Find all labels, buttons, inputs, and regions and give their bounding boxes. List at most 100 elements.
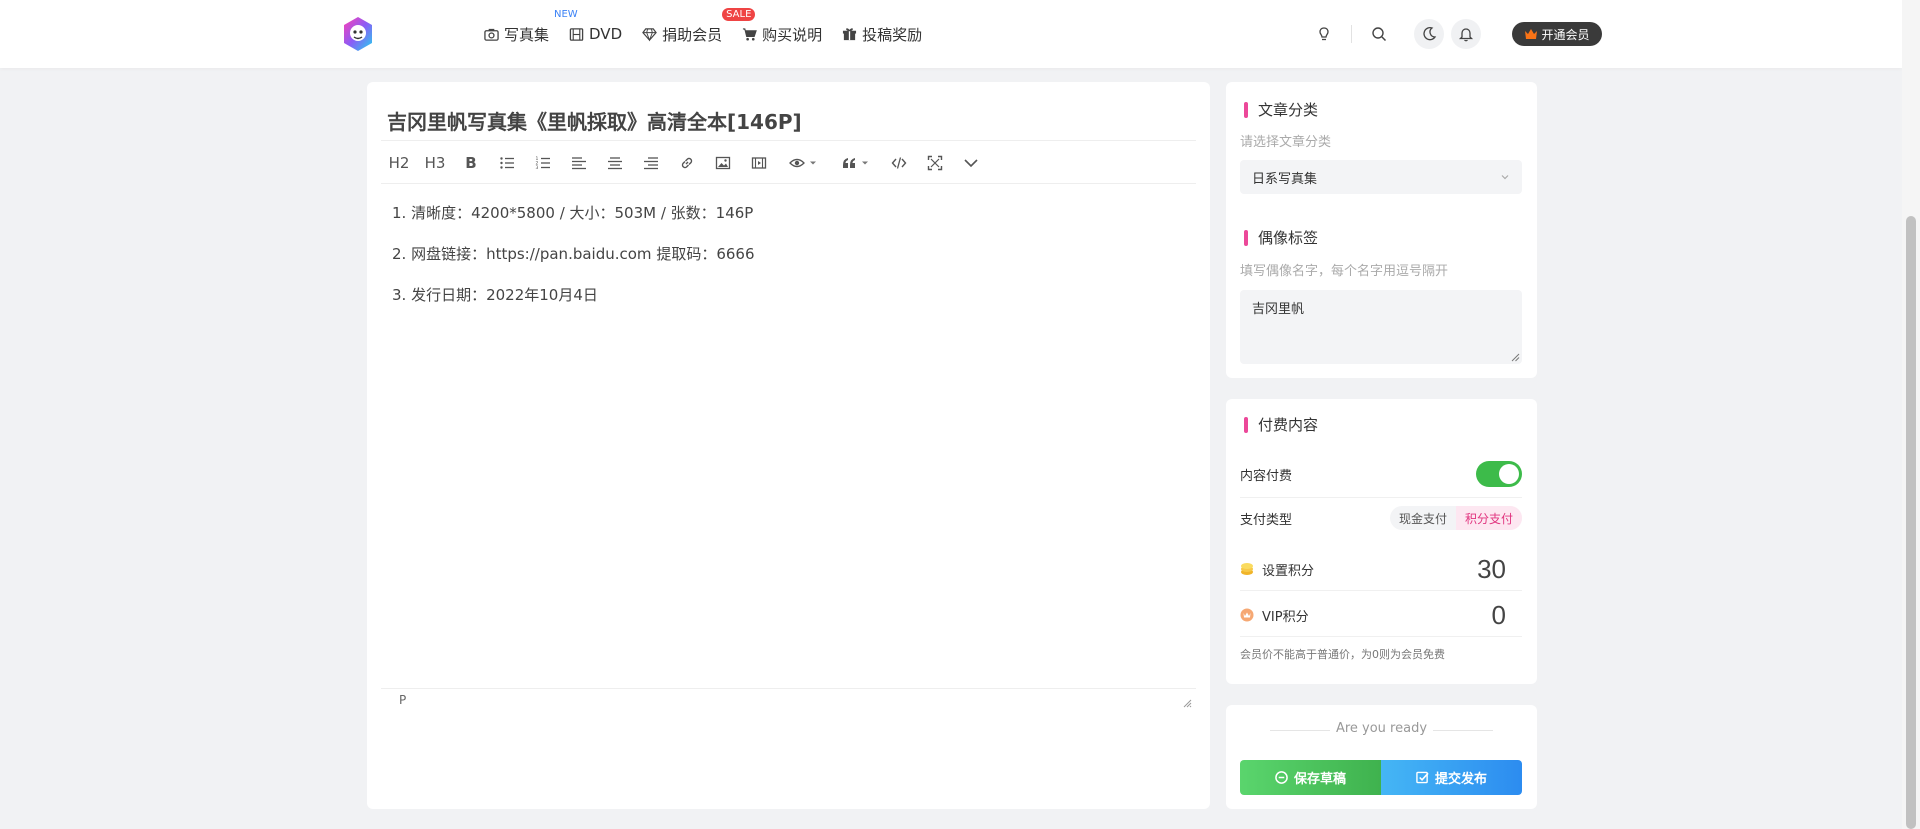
- content-paid-row: 内容付费: [1240, 459, 1522, 489]
- fullscreen-button[interactable]: [917, 148, 953, 178]
- align-left-button[interactable]: [561, 148, 597, 178]
- nav-label: 购买说明: [762, 25, 823, 44]
- tags-value: 吉冈里帆: [1252, 302, 1305, 317]
- nav-label: 写真集: [504, 25, 550, 44]
- bold-button[interactable]: B: [453, 148, 489, 178]
- category-tags-card: 文章分类 请选择文章分类 日系写真集 偶像标签 填写偶像名字，每个名字用逗号隔开…: [1226, 82, 1537, 378]
- align-center-icon: [608, 157, 622, 170]
- open-vip-button[interactable]: 开通会员: [1512, 22, 1602, 46]
- nav-item-purchase-info[interactable]: 购买说明: [742, 24, 822, 45]
- ready-text: Are you ready: [1335, 721, 1428, 736]
- vip-points-row: VIP积分 0: [1240, 599, 1522, 631]
- chevron-down-icon: [1501, 175, 1509, 180]
- points-input[interactable]: 30: [1477, 554, 1522, 585]
- more-tools-button[interactable]: [953, 148, 989, 178]
- main-nav: 写真集 NEW DVD 捐助会员 SALE 购买说明 投稿奖励: [484, 0, 942, 68]
- nav-item-submit-reward[interactable]: 投稿奖励: [842, 24, 922, 45]
- circle-minus-icon: [1275, 771, 1288, 784]
- search-button[interactable]: [1364, 19, 1394, 49]
- content-line: 2. 网盘链接：https://pan.baidu.com 提取码：6666: [392, 245, 755, 263]
- bullet-list-icon: [500, 157, 514, 169]
- chevron-down-icon: [964, 159, 978, 168]
- save-draft-button[interactable]: 保存草稿: [1240, 760, 1381, 795]
- notification-button[interactable]: [1451, 19, 1481, 49]
- nav-item-donate-member[interactable]: 捐助会员 SALE: [642, 7, 756, 45]
- vip-points-input[interactable]: 0: [1492, 600, 1522, 631]
- heading2-button[interactable]: H2: [381, 148, 417, 178]
- resize-handle-icon[interactable]: [1511, 353, 1520, 362]
- save-draft-label: 保存草稿: [1293, 772, 1346, 787]
- eye-icon: [789, 158, 805, 168]
- film-icon: [569, 27, 584, 41]
- heading3-button[interactable]: H3: [417, 148, 453, 178]
- tags-title-text: 偶像标签: [1258, 229, 1319, 247]
- page-scrollbar[interactable]: [1902, 0, 1920, 829]
- align-right-icon: [644, 157, 658, 170]
- bulb-button[interactable]: [1309, 19, 1339, 49]
- align-right-button[interactable]: [633, 148, 669, 178]
- quote-icon: [843, 158, 855, 168]
- row-divider: [1240, 636, 1522, 637]
- align-center-button[interactable]: [597, 148, 633, 178]
- category-select[interactable]: 日系写真集: [1240, 160, 1522, 194]
- pay-type-segmented: 现金支付 积分支付: [1389, 506, 1522, 530]
- vip-button-label: 开通会员: [1541, 27, 1590, 42]
- insert-image-button[interactable]: [705, 148, 741, 178]
- bulb-icon: [1319, 27, 1329, 41]
- quote-dropdown[interactable]: [829, 148, 881, 178]
- content-line: 1. 清晰度：4200*5800 / 大小：503M / 张数：146P: [392, 204, 754, 222]
- search-icon: [1372, 27, 1387, 42]
- pay-type-label: 支付类型: [1240, 512, 1293, 528]
- post-title-input[interactable]: 吉冈里帆写真集《里帆採取》高清全本[146P]: [387, 106, 802, 135]
- preview-dropdown[interactable]: [777, 148, 829, 178]
- toggle-knob: [1499, 464, 1519, 484]
- sale-badge: SALE: [722, 7, 756, 21]
- scrollbar-thumb[interactable]: [1906, 216, 1916, 829]
- code-button[interactable]: [881, 148, 917, 178]
- tags-textarea[interactable]: 吉冈里帆: [1240, 290, 1522, 364]
- link-button[interactable]: [669, 148, 705, 178]
- link-icon: [681, 157, 693, 169]
- bell-icon: [1458, 28, 1474, 42]
- svg-text:3: 3: [536, 165, 539, 171]
- video-icon: [751, 157, 767, 169]
- pay-option-cash[interactable]: 现金支付: [1390, 506, 1456, 530]
- numbered-list-icon: 123: [536, 156, 550, 171]
- bullet-list-button[interactable]: [489, 148, 525, 178]
- paid-title-text: 付费内容: [1258, 416, 1319, 434]
- editor-toolbar: H2 H3 B 123: [381, 148, 989, 178]
- nav-item-photobook[interactable]: 写真集 NEW: [484, 9, 578, 45]
- nav-item-dvd[interactable]: DVD: [569, 25, 622, 43]
- pay-option-points[interactable]: 积分支付: [1455, 506, 1522, 530]
- caret-down-icon: [810, 161, 816, 165]
- crown-icon: [1525, 29, 1538, 39]
- numbered-list-button[interactable]: 123: [525, 148, 561, 178]
- dark-mode-button[interactable]: [1414, 19, 1444, 49]
- title-divider: [381, 140, 1196, 141]
- content-paid-toggle[interactable]: [1476, 461, 1522, 487]
- caret-down-icon: [862, 161, 868, 165]
- category-selected-value: 日系写真集: [1252, 171, 1318, 187]
- vip-price-note: 会员价不能高于普通价，为0则为会员免费: [1240, 648, 1445, 661]
- site-logo[interactable]: [342, 16, 374, 52]
- points-row: 设置积分 30: [1240, 553, 1522, 585]
- check-square-icon: [1416, 771, 1429, 784]
- paid-content-card: 付费内容 内容付费 支付类型 现金支付 积分支付 设置积分 30 VIP积分 0…: [1226, 399, 1537, 684]
- gift-icon: [843, 27, 857, 40]
- tags-hint: 填写偶像名字，每个名字用逗号隔开: [1240, 264, 1449, 279]
- post-editor: 吉冈里帆写真集《里帆採取》高清全本[146P] H2 H3 B 123 1. 清…: [367, 82, 1210, 809]
- nav-label: 投稿奖励: [862, 25, 923, 44]
- accent-bar: [1244, 229, 1248, 246]
- row-divider: [1240, 590, 1522, 591]
- submit-publish-button[interactable]: 提交发布: [1381, 760, 1522, 795]
- nav-label: 捐助会员: [662, 25, 723, 44]
- ready-divider-right: [1433, 730, 1493, 731]
- moon-icon: [1423, 27, 1437, 41]
- coin-icon: [1241, 563, 1253, 575]
- resize-handle-icon[interactable]: [1182, 698, 1192, 708]
- vip-coin-icon: [1240, 608, 1254, 622]
- insert-video-button[interactable]: [741, 148, 777, 178]
- element-path: P: [399, 693, 407, 707]
- editor-content[interactable]: 1. 清晰度：4200*5800 / 大小：503M / 张数：146P 2. …: [392, 202, 755, 325]
- submit-publish-label: 提交发布: [1434, 772, 1487, 787]
